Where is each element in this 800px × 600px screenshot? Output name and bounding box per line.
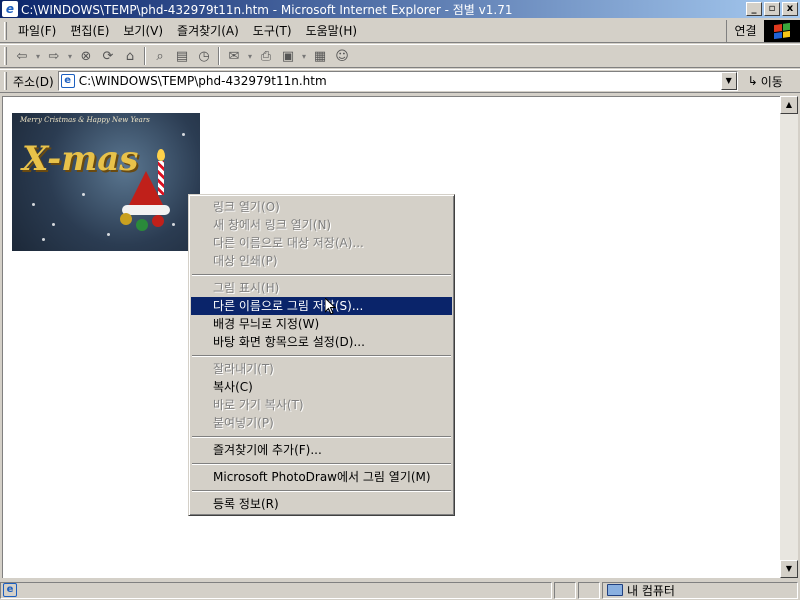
status-main-pane: e [0,581,552,599]
menu-separator [191,270,452,279]
menu-separator [191,459,452,468]
forward-arrow-icon[interactable]: ⇨ [43,46,65,66]
edit-dropdown-icon[interactable]: ▾ [299,46,309,66]
standard-toolbar: ⇦ ▾ ⇨ ▾ ⊗ ⟳ ⌂ ⌕ ▤ ◷ ✉ ▾ ⎙ ▣ ▾ ▦ ☺ [0,44,800,68]
image-caption: Merry Cristmas & Happy New Years [20,116,150,124]
menu-separator [191,486,452,495]
context-menu-item[interactable]: Microsoft PhotoDraw에서 그림 열기(M) [191,468,452,486]
search-icon[interactable]: ⌕ [149,46,171,66]
forward-dropdown-icon[interactable]: ▾ [65,46,75,66]
address-label: 주소(D) [13,74,54,89]
context-menu-item: 붙여넣기(P) [213,416,274,430]
print-icon[interactable]: ⎙ [255,46,277,66]
status-bar: e 내 컴퓨터 [0,580,800,600]
context-menu-item[interactable]: 복사(C) [191,378,452,396]
context-menu-item: 대상 인쇄(P) [213,254,278,268]
messenger-icon[interactable]: ☺ [331,46,353,66]
context-menu-item: 잘라내기(T) [213,362,274,376]
title-bar: e C:\WINDOWS\TEMP\phd-432979t11n.htm - M… [0,0,800,18]
history-icon[interactable]: ◷ [193,46,215,66]
context-menu-item: 링크 열기(O) [213,200,280,214]
menu-help[interactable]: 도움말(H) [299,22,365,39]
page-status-icon: e [3,583,17,597]
back-arrow-icon[interactable]: ⇦ [11,46,33,66]
home-icon[interactable]: ⌂ [119,46,141,66]
ornament-icon [120,213,132,225]
minimize-button[interactable]: _ [746,2,762,16]
mouse-cursor-icon [325,298,337,315]
scroll-down-icon[interactable]: ▼ [780,560,798,578]
ornament-icon [152,215,164,227]
menu-favorites[interactable]: 즐겨찾기(A) [170,22,246,39]
go-label: 이동 [760,74,783,89]
context-menu-item[interactable]: 즐겨찾기에 추가(F)... [191,441,452,459]
stop-icon[interactable]: ⊗ [75,46,97,66]
flame-icon [157,149,165,161]
zone-label: 내 컴퓨터 [627,583,675,598]
toolbar-grip[interactable] [4,47,7,65]
mail-icon[interactable]: ✉ [223,46,245,66]
addressbar-grip[interactable] [4,72,7,90]
menu-file[interactable]: 파일(F) [11,22,63,39]
context-menu-item: 그림 표시(H) [213,281,280,295]
edit-icon[interactable]: ▣ [277,46,299,66]
vertical-scrollbar[interactable]: ▲ ▼ [780,96,798,578]
context-menu-item: 바로 가기 복사(T) [213,398,304,412]
close-button[interactable]: x [782,2,798,16]
scroll-up-icon[interactable]: ▲ [780,96,798,114]
context-menu-item: 다른 이름으로 대상 저장(A)... [213,236,364,250]
page-icon: e [60,74,75,88]
menu-bar: 파일(F) 편집(E) 보기(V) 즐겨찾기(A) 도구(T) 도움말(H) 연… [0,19,800,43]
status-zone-pane: 내 컴퓨터 [602,581,798,599]
context-menu-item[interactable]: 바탕 화면 항목으로 설정(D)... [191,333,452,351]
computer-icon [607,584,623,596]
go-button[interactable]: ↳ 이동 [748,73,783,90]
connect-button[interactable]: 연결 [726,19,764,42]
mail-dropdown-icon[interactable]: ▾ [245,46,255,66]
restore-button[interactable]: ▫ [764,2,780,16]
discuss-icon[interactable]: ▦ [309,46,331,66]
image-title: X-mas [22,139,139,179]
menu-view[interactable]: 보기(V) [116,22,170,39]
menu-tools[interactable]: 도구(T) [246,22,299,39]
context-menu-item: 새 창에서 링크 열기(N) [213,218,332,232]
status-pane [554,581,576,599]
address-bar: 주소(D) e C:\WINDOWS\TEMP\phd-432979t11n.h… [0,69,800,93]
santa-hat-icon [128,171,164,207]
favorites-icon[interactable]: ▤ [171,46,193,66]
ornament-icon [136,219,148,231]
menubar-grip[interactable] [4,21,7,40]
ie-logo-icon[interactable]: e [2,1,18,17]
go-arrow-icon: ↳ [747,74,758,88]
status-pane [578,581,600,599]
address-input[interactable]: e C:\WINDOWS\TEMP\phd-432979t11n.htm ▼ [57,71,738,91]
refresh-icon[interactable]: ⟳ [97,46,119,66]
window-title: C:\WINDOWS\TEMP\phd-432979t11n.htm - Mic… [21,2,513,17]
back-dropdown-icon[interactable]: ▾ [33,46,43,66]
xmas-image[interactable]: Merry Cristmas & Happy New Years X-mas [12,113,200,251]
address-dropdown-icon[interactable]: ▼ [720,72,737,90]
windows-logo-icon [764,19,800,42]
address-url[interactable]: C:\WINDOWS\TEMP\phd-432979t11n.htm [79,74,721,88]
menu-separator [191,351,452,360]
context-menu-item[interactable]: 다른 이름으로 그림 저장(S)... [191,297,452,315]
context-menu: 링크 열기(O) 새 창에서 링크 열기(N) 다른 이름으로 대상 저장(A)..… [188,194,455,516]
context-menu-item[interactable]: 배경 무늬로 지정(W) [191,315,452,333]
context-menu-item[interactable]: 등록 정보(R) [191,495,452,513]
menu-edit[interactable]: 편집(E) [63,22,116,39]
menu-separator [191,432,452,441]
